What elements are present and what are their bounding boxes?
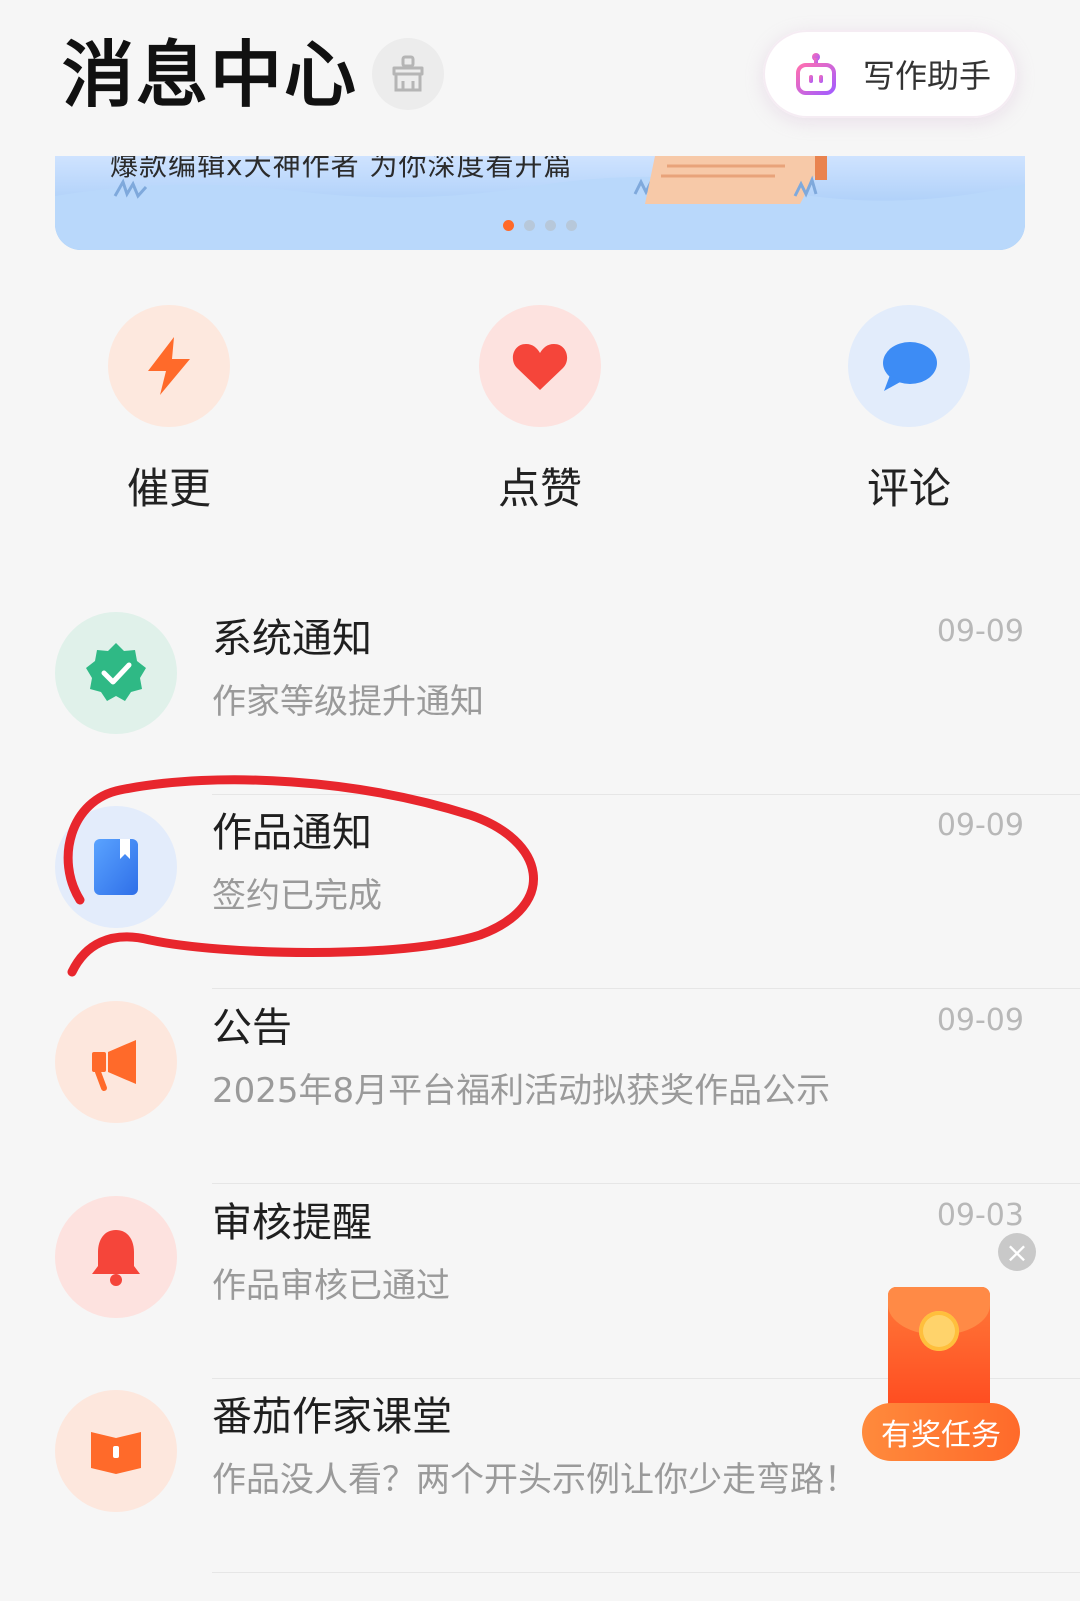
- book-icon: [94, 839, 138, 895]
- message-preview: 签约已完成: [212, 876, 382, 916]
- banner-pagination: [55, 220, 1025, 231]
- close-icon[interactable]: ×: [998, 1233, 1036, 1271]
- coin-icon: [919, 1311, 959, 1351]
- message-date: 09-09: [936, 808, 1024, 843]
- banner-dot: [545, 220, 556, 231]
- reward-task-widget[interactable]: × 有奖任务: [862, 1233, 1052, 1463]
- megaphone-icon: [92, 1040, 136, 1091]
- robot-icon: [795, 52, 837, 96]
- quick-action-urge-circle: [108, 305, 230, 427]
- message-name: 作品通知: [212, 810, 372, 856]
- message-item-work[interactable]: 作品通知 签约已完成 09-09: [0, 790, 1080, 989]
- message-preview: 2025年8月平台福利活动拟获奖作品公示: [212, 1071, 831, 1111]
- message-item-announcement[interactable]: 公告 2025年8月平台福利活动拟获奖作品公示 09-09: [0, 985, 1080, 1184]
- message-name: 番茄作家课堂: [212, 1394, 452, 1440]
- banner-dot: [524, 220, 535, 231]
- lightning-icon: [148, 337, 190, 395]
- clear-messages-button[interactable]: [372, 38, 444, 110]
- message-name: 公告: [212, 1005, 292, 1051]
- divider: [212, 1572, 1080, 1573]
- writing-assistant-button[interactable]: 写作助手: [763, 30, 1017, 118]
- message-name: 审核提醒: [212, 1200, 372, 1246]
- quick-action-like[interactable]: 点赞: [455, 305, 625, 516]
- message-preview: 作家等级提升通知: [212, 682, 484, 722]
- writing-assistant-label: 写作助手: [863, 57, 992, 95]
- header: 消息中心 写作助手: [0, 0, 1080, 150]
- promo-banner[interactable]: 爆款编辑x大神作者 为你深度看开篇: [55, 156, 1025, 250]
- quick-action-like-label: 点赞: [497, 464, 582, 513]
- announcement-avatar: [55, 1001, 177, 1123]
- chat-bubble-icon: [883, 342, 937, 391]
- message-name: 系统通知: [212, 616, 372, 662]
- classroom-avatar: [55, 1390, 177, 1512]
- verified-badge-icon: [86, 643, 146, 701]
- broom-icon: [392, 55, 424, 92]
- message-item-system[interactable]: 系统通知 作家等级提升通知 09-09: [0, 596, 1080, 795]
- quick-action-comment-label: 评论: [866, 464, 951, 513]
- message-preview: 作品没人看？两个开头示例让你少走弯路！: [212, 1460, 858, 1500]
- banner-dot: [566, 220, 577, 231]
- quick-action-urge[interactable]: 催更: [84, 305, 254, 516]
- bell-icon: [92, 1230, 140, 1286]
- work-notice-avatar: [55, 806, 177, 928]
- open-book-icon: [91, 1432, 141, 1474]
- review-reminder-avatar: [55, 1196, 177, 1318]
- quick-action-comment-circle: [848, 305, 970, 427]
- red-envelope-icon: [888, 1287, 990, 1413]
- quick-action-like-circle: [479, 305, 601, 427]
- reward-task-button[interactable]: 有奖任务: [862, 1403, 1020, 1461]
- quick-action-comment[interactable]: 评论: [824, 305, 994, 516]
- banner-dot-active: [503, 220, 514, 231]
- message-preview: 作品审核已通过: [212, 1266, 450, 1306]
- system-notice-avatar: [55, 612, 177, 734]
- message-date: 09-03: [936, 1198, 1024, 1233]
- quick-action-urge-label: 催更: [126, 464, 211, 513]
- message-date: 09-09: [936, 614, 1024, 649]
- message-date: 09-09: [936, 1003, 1024, 1038]
- page-title: 消息中心: [62, 32, 359, 117]
- heart-icon: [512, 344, 568, 390]
- banner-text: 爆款编辑x大神作者 为你深度看开篇: [110, 156, 573, 182]
